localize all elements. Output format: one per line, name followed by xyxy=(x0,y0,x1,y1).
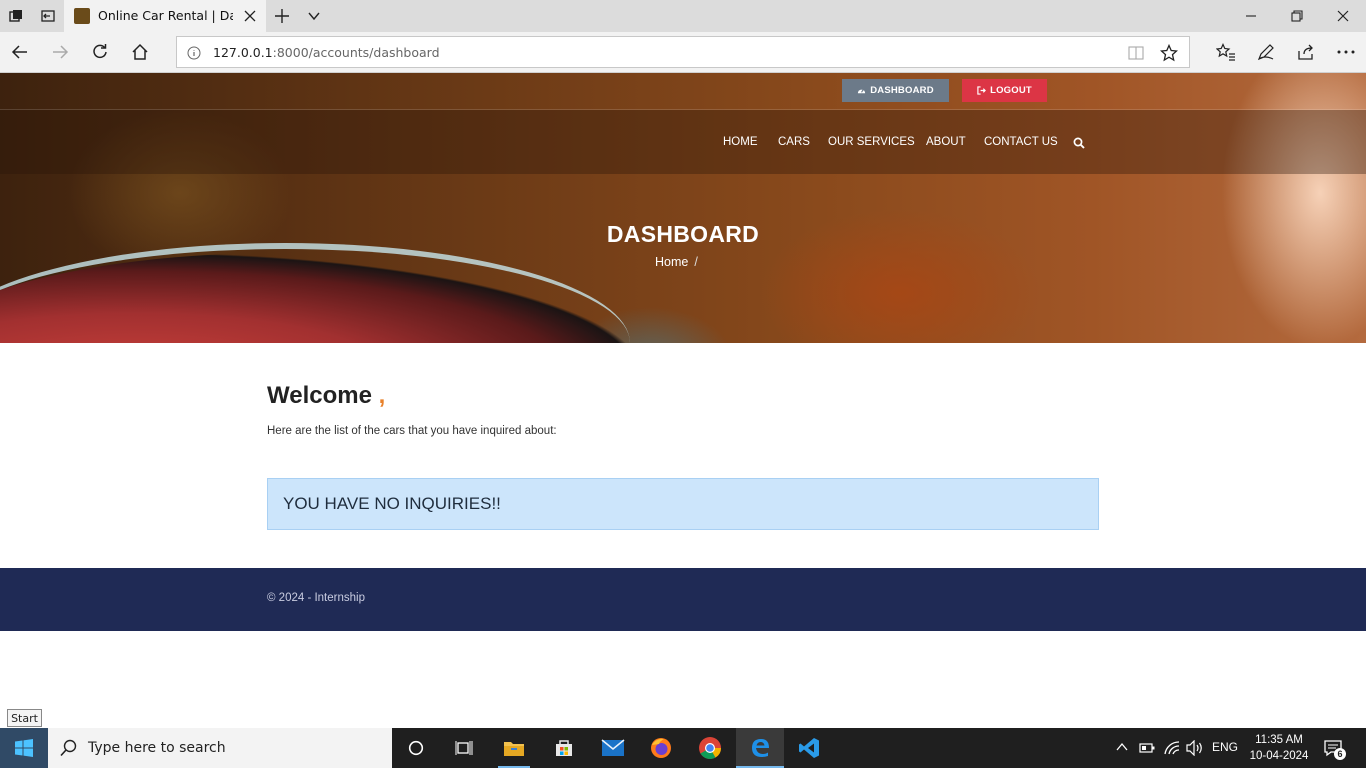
intro-text: Here are the list of the cars that you h… xyxy=(267,425,557,437)
windows-logo-icon xyxy=(15,739,33,757)
minimize-window-icon[interactable] xyxy=(1228,4,1274,28)
mail-icon[interactable] xyxy=(589,728,637,768)
close-tab-icon[interactable] xyxy=(242,8,258,24)
battery-icon[interactable] xyxy=(1139,742,1155,754)
logout-icon xyxy=(977,86,987,95)
breadcrumb-home-link[interactable]: Home xyxy=(655,255,688,269)
action-center-icon[interactable]: 6 xyxy=(1324,739,1346,760)
new-tab-icon[interactable] xyxy=(274,8,290,24)
volume-icon[interactable] xyxy=(1186,740,1204,756)
clock-time: 11:35 AM xyxy=(1255,734,1303,746)
alert-text: YOU HAVE NO INQUIRIES!! xyxy=(283,494,501,513)
chrome-icon[interactable] xyxy=(686,728,734,768)
taskbar-search-icon xyxy=(60,739,78,757)
search-icon[interactable] xyxy=(1073,137,1085,149)
logout-button-label: LOGOUT xyxy=(990,85,1032,96)
browser-tab[interactable]: Online Car Rental | Dashboard xyxy=(64,0,266,32)
show-hidden-icons-chevron-icon[interactable] xyxy=(1116,741,1128,753)
site-info-icon[interactable] xyxy=(187,46,201,60)
favorites-list-icon[interactable] xyxy=(1216,42,1236,62)
clock-date: 10-04-2024 xyxy=(1249,750,1309,762)
close-window-icon[interactable] xyxy=(1320,4,1366,28)
start-tooltip: Start xyxy=(7,709,42,727)
site-favicon-icon xyxy=(74,8,90,24)
microsoft-store-icon[interactable] xyxy=(540,728,588,768)
restore-window-icon[interactable] xyxy=(1274,4,1320,28)
input-language[interactable]: ENG xyxy=(1212,740,1238,754)
welcome-text: Welcome xyxy=(267,382,372,409)
welcome-heading: Welcome , xyxy=(267,382,385,410)
hero-banner: DASHBOARD LOGOUT HOME CARS OUR SERVICES … xyxy=(0,73,1366,343)
file-explorer-icon[interactable] xyxy=(490,728,538,768)
breadcrumb-separator: / xyxy=(694,255,698,269)
main-navigation: HOME CARS OUR SERVICES ABOUT CONTACT US xyxy=(0,110,1366,174)
page-title: DASHBOARD xyxy=(606,221,760,247)
nav-home[interactable]: HOME xyxy=(723,136,758,148)
top-action-strip: DASHBOARD LOGOUT xyxy=(0,73,1366,110)
dashboard-gauge-icon xyxy=(858,89,866,94)
home-icon[interactable] xyxy=(130,42,150,62)
windows-taskbar: Type here to search ENG 11:35 AM 10-04-2… xyxy=(0,728,1366,768)
browser-toolbar: 127.0.0.1:8000/accounts/dashboard xyxy=(0,32,1366,73)
refresh-icon[interactable] xyxy=(90,42,110,62)
nav-contact-us[interactable]: CONTACT US xyxy=(984,136,1058,148)
dashboard-button[interactable]: DASHBOARD xyxy=(842,79,949,102)
back-arrow-icon[interactable] xyxy=(10,42,30,62)
nav-cars[interactable]: CARS xyxy=(778,136,810,148)
set-aside-tabs-icon[interactable] xyxy=(40,8,56,24)
browser-tab-bar: Online Car Rental | Dashboard xyxy=(0,0,1366,32)
tab-actions-icon[interactable] xyxy=(8,8,24,24)
nav-our-services[interactable]: OUR SERVICES xyxy=(828,136,915,148)
tab-title: Online Car Rental | Dashboard xyxy=(98,8,233,23)
share-icon[interactable] xyxy=(1296,42,1316,62)
url-text: 127.0.0.1:8000/accounts/dashboard xyxy=(213,45,440,60)
notification-count-badge: 6 xyxy=(1334,748,1346,760)
tab-preview-chevron-icon[interactable] xyxy=(306,8,322,24)
start-button[interactable] xyxy=(0,728,48,768)
more-options-icon[interactable] xyxy=(1336,42,1356,62)
vscode-icon[interactable] xyxy=(785,728,833,768)
notes-pen-icon[interactable] xyxy=(1256,42,1276,62)
reading-view-icon[interactable] xyxy=(1128,45,1144,61)
logout-button[interactable]: LOGOUT xyxy=(962,79,1047,102)
site-footer: © 2024 - Internship xyxy=(0,568,1366,631)
favorite-star-icon[interactable] xyxy=(1160,44,1178,62)
nav-about[interactable]: ABOUT xyxy=(926,136,966,148)
copyright-text: © 2024 - Internship xyxy=(267,592,365,604)
breadcrumb: Home / xyxy=(655,255,698,269)
wifi-icon[interactable] xyxy=(1163,740,1181,756)
taskbar-search-box[interactable]: Type here to search xyxy=(48,728,392,768)
firefox-icon[interactable] xyxy=(637,728,685,768)
forward-arrow-icon[interactable] xyxy=(50,42,70,62)
welcome-username: , xyxy=(378,382,386,409)
address-bar[interactable]: 127.0.0.1:8000/accounts/dashboard xyxy=(176,36,1190,68)
no-inquiries-alert: YOU HAVE NO INQUIRIES!! xyxy=(267,478,1099,530)
cortana-icon[interactable] xyxy=(392,728,440,768)
taskbar-search-placeholder: Type here to search xyxy=(88,740,226,756)
system-clock[interactable]: 11:35 AM 10-04-2024 xyxy=(1244,732,1314,764)
edge-icon[interactable] xyxy=(736,728,784,768)
dashboard-button-label: DASHBOARD xyxy=(870,85,934,96)
task-view-icon[interactable] xyxy=(440,728,488,768)
car-highlight xyxy=(0,243,630,343)
